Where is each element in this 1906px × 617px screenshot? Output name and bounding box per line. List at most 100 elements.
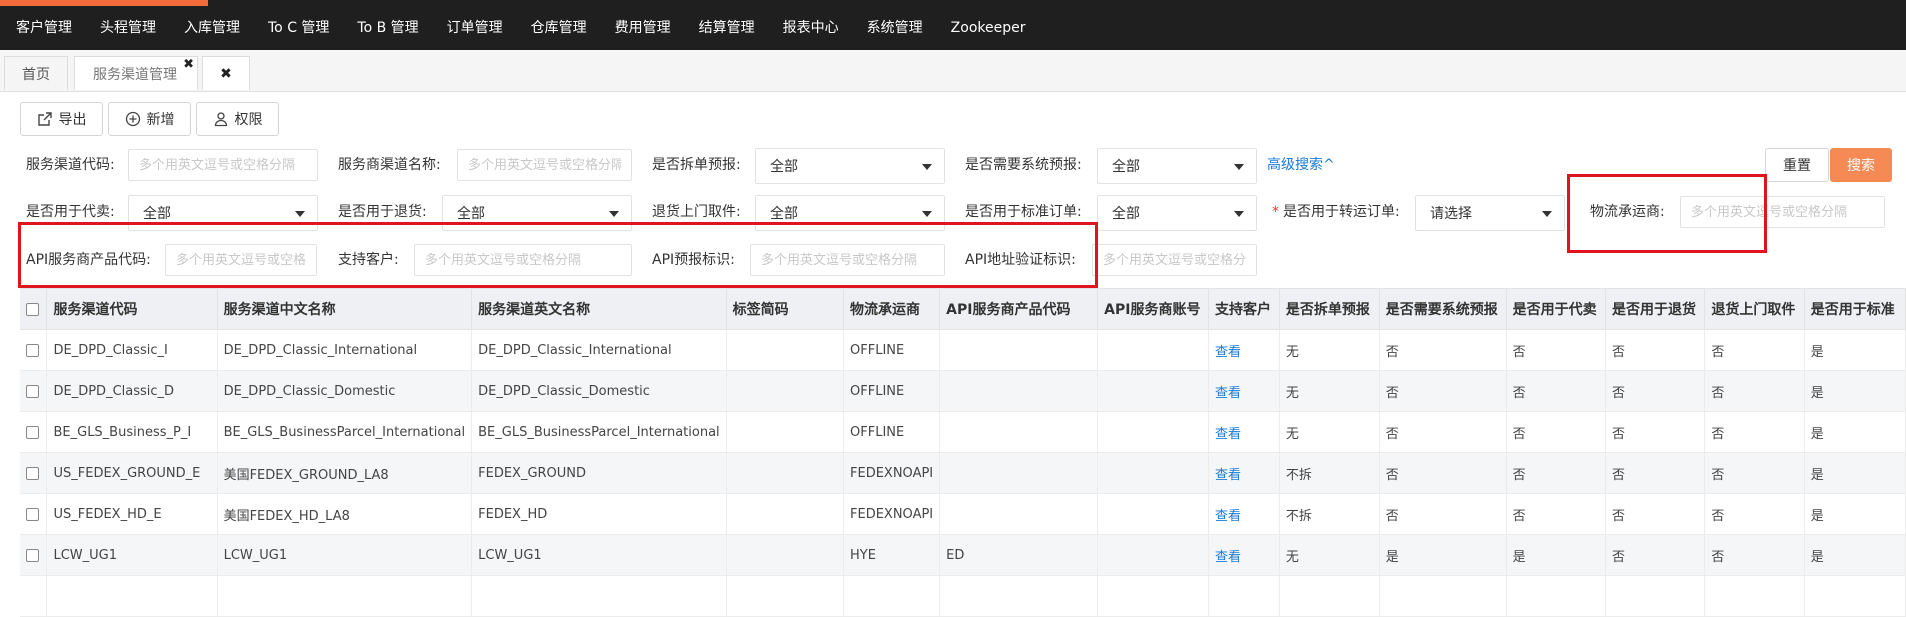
api-forecast-flag-label: API预报标识:: [652, 252, 735, 268]
row-checkbox[interactable]: [26, 343, 39, 357]
api-forecast-flag-input[interactable]: [750, 244, 945, 276]
table-cell: 否: [1379, 329, 1507, 371]
search-button-label: 搜索: [1847, 158, 1875, 174]
need-system-forecast-label: 是否需要系统预报:: [965, 157, 1082, 173]
supported-customer-input[interactable]: [414, 244, 632, 276]
column-header[interactable]: 服务渠道中文名称: [217, 288, 473, 330]
nav-item-toc[interactable]: To C 管理: [254, 6, 343, 50]
service-name-input[interactable]: [457, 149, 632, 181]
nav-item-tob[interactable]: To B 管理: [343, 6, 432, 50]
row-checkbox[interactable]: [26, 507, 39, 521]
view-customers-link[interactable]: 查看: [1208, 534, 1280, 576]
split-forecast-select[interactable]: 全部: [755, 148, 945, 184]
column-header[interactable]: 是否用于退货: [1605, 288, 1706, 330]
return-pickup-value: 全部: [770, 206, 798, 222]
chevron-down-icon: [1234, 164, 1244, 170]
row-checkbox[interactable]: [26, 466, 39, 480]
return-label: 是否用于退货:: [338, 204, 427, 220]
column-header[interactable]: 物流承运商: [843, 288, 941, 330]
return-select[interactable]: 全部: [442, 195, 632, 231]
tab-home[interactable]: 首页: [4, 56, 68, 90]
nav-item-orders[interactable]: 订单管理: [433, 6, 517, 50]
column-header[interactable]: 是否拆单预报: [1279, 288, 1380, 330]
row-checkbox[interactable]: [26, 548, 39, 562]
view-customers-link[interactable]: 查看: [1208, 411, 1280, 453]
add-button-label: 新增: [146, 112, 175, 128]
table-cell: 否: [1379, 452, 1507, 494]
nav-item-settlement[interactable]: 结算管理: [685, 6, 769, 50]
row-checkbox[interactable]: [26, 384, 39, 398]
nav-item-system[interactable]: 系统管理: [853, 6, 937, 50]
nav-item-zookeeper[interactable]: Zookeeper: [937, 6, 1040, 50]
table-cell: BE_GLS_Business_P_I: [46, 411, 218, 453]
table-cell: 否: [1704, 452, 1805, 494]
column-header[interactable]: API服务商产品代码: [939, 288, 1099, 330]
view-customers-link[interactable]: 查看: [1208, 452, 1280, 494]
nav-item-reports[interactable]: 报表中心: [769, 6, 853, 50]
api-address-verify-input[interactable]: [1092, 244, 1257, 276]
table-cell: [46, 575, 218, 617]
table-cell: 否: [1506, 370, 1606, 412]
row-select-cell: [20, 329, 48, 371]
column-header[interactable]: API服务商账号: [1097, 288, 1210, 330]
table-row[interactable]: LCW_UG1 LCW_UG1 LCW_UG1 HYE ED 查看无是是否否是: [20, 534, 1906, 576]
column-header[interactable]: 服务渠道代码: [46, 288, 218, 330]
add-button[interactable]: 新增: [108, 102, 191, 136]
transfer-order-select[interactable]: 请选择: [1415, 195, 1565, 231]
table-cell: 否: [1704, 411, 1805, 453]
export-button[interactable]: 导出: [20, 102, 103, 136]
return-pickup-select[interactable]: 全部: [755, 195, 945, 231]
need-system-forecast-select[interactable]: 全部: [1097, 148, 1257, 184]
nav-item-warehouse[interactable]: 仓库管理: [517, 6, 601, 50]
table-cell: [1208, 575, 1280, 617]
close-icon: ✖: [220, 65, 232, 82]
table-cell: [1506, 575, 1606, 617]
nav-item-fees[interactable]: 费用管理: [601, 6, 685, 50]
table-cell: [1097, 575, 1210, 617]
search-button[interactable]: 搜索: [1830, 148, 1892, 182]
table-row[interactable]: [20, 575, 1906, 617]
table-row[interactable]: DE_DPD_Classic_D DE_DPD_Classic_Domestic D…: [20, 370, 1906, 412]
tab-service-channel[interactable]: 服务渠道管理 ✖: [74, 56, 198, 90]
table-row[interactable]: DE_DPD_Classic_I DE_DPD_Classic_Internati…: [20, 329, 1906, 371]
close-icon[interactable]: ✖: [183, 58, 194, 71]
view-customers-link[interactable]: 查看: [1208, 493, 1280, 535]
column-header[interactable]: 服务渠道英文名称: [471, 288, 727, 330]
agent-sale-select[interactable]: 全部: [128, 195, 318, 231]
table-cell: [1704, 575, 1805, 617]
table-cell: BE_GLS_BusinessParcel_International: [471, 411, 727, 453]
service-code-label: 服务渠道代码:: [26, 157, 115, 173]
row-checkbox[interactable]: [26, 425, 39, 439]
table-cell: 否: [1506, 493, 1606, 535]
transfer-order-label: * 是否用于转运订单:: [1272, 195, 1400, 229]
carrier-input[interactable]: [1680, 196, 1885, 228]
advanced-search-link[interactable]: 高级搜索^: [1267, 155, 1335, 175]
close-all-tabs-button[interactable]: ✖: [202, 56, 250, 90]
api-product-code-input[interactable]: [165, 244, 317, 276]
nav-item-first-leg[interactable]: 头程管理: [86, 6, 170, 50]
column-header[interactable]: 退货上门取件: [1704, 288, 1805, 330]
column-header[interactable]: 是否需要系统预报: [1379, 288, 1507, 330]
table-cell: 否: [1605, 534, 1706, 576]
service-code-input[interactable]: [128, 149, 318, 181]
table-cell: 美国FEDEX_HD_LA8: [217, 493, 473, 535]
table-row[interactable]: BE_GLS_Business_P_I BE_GLS_BusinessParcel…: [20, 411, 1906, 453]
column-header[interactable]: 标签简码: [726, 288, 845, 330]
service-name-label: 服务商渠道名称:: [338, 157, 441, 173]
view-customers-link[interactable]: 查看: [1208, 370, 1280, 412]
nav-item-customer[interactable]: 客户管理: [0, 6, 86, 50]
column-header[interactable]: 是否用于代卖: [1506, 288, 1606, 330]
select-all-checkbox[interactable]: [26, 302, 39, 316]
reset-button[interactable]: 重置: [1765, 148, 1829, 182]
view-customers-link[interactable]: 查看: [1208, 329, 1280, 371]
agent-sale-value: 全部: [143, 206, 171, 222]
column-header[interactable]: 是否用于标准: [1804, 288, 1906, 330]
required-mark: *: [1272, 204, 1279, 220]
table-cell: [1097, 452, 1210, 494]
table-row[interactable]: US_FEDEX_GROUND_E 美国FEDEX_GROUND_LA8 FEDEX…: [20, 452, 1906, 494]
table-row[interactable]: US_FEDEX_HD_E 美国FEDEX_HD_LA8 FEDEX_HD FEDEX…: [20, 493, 1906, 535]
column-header[interactable]: 支持客户: [1208, 288, 1280, 330]
permission-button[interactable]: 权限: [196, 102, 279, 136]
nav-item-inbound[interactable]: 入库管理: [170, 6, 254, 50]
standard-order-select[interactable]: 全部: [1097, 195, 1257, 231]
